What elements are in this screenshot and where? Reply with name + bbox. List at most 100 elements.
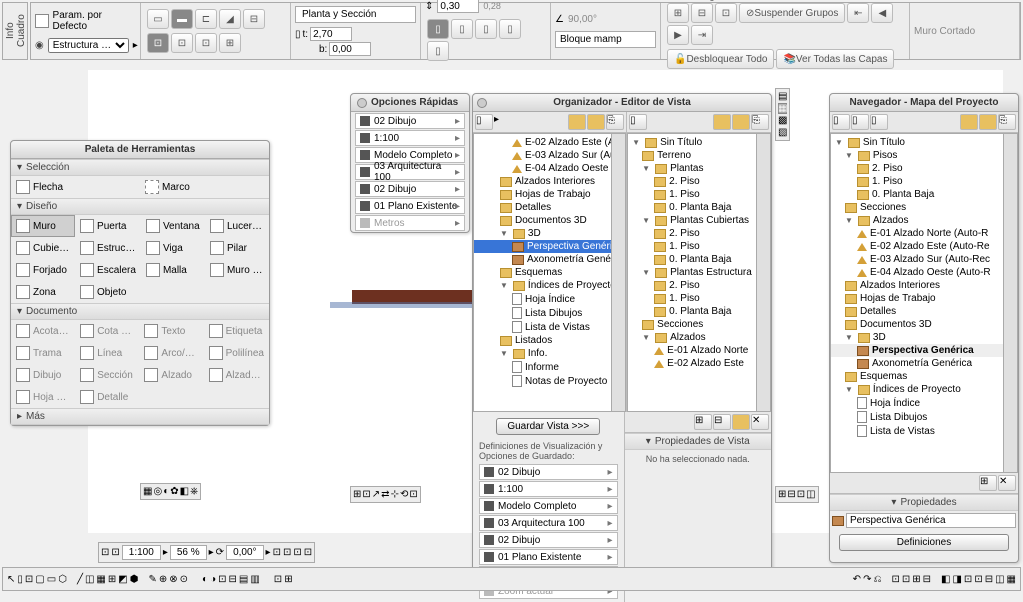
chevron-right-icon[interactable]: ▸ xyxy=(133,40,138,51)
tool-elev[interactable]: Alzado xyxy=(139,364,203,386)
angle-icon[interactable]: ∠ xyxy=(555,14,564,25)
t-field[interactable] xyxy=(310,27,352,41)
mt-30[interactable]: ⊞ xyxy=(912,574,920,585)
tool-poly[interactable]: Polilínea xyxy=(204,342,269,364)
grp-3[interactable]: ⊡ xyxy=(715,3,737,23)
vm-4[interactable]: ✿ xyxy=(170,486,178,497)
scrollbar[interactable] xyxy=(756,134,770,411)
etr-1[interactable]: ⊞ xyxy=(778,489,786,500)
param-default-label[interactable]: Param. por Defecto xyxy=(53,10,136,32)
mt-28[interactable]: ⊡ xyxy=(891,574,899,585)
geom-btn-4[interactable]: ◢ xyxy=(219,9,241,29)
b-row-1[interactable]: 02 Dibujo xyxy=(479,464,618,480)
vm-3[interactable]: ◐ xyxy=(163,486,169,497)
sb-4[interactable]: ▸ xyxy=(209,547,214,558)
mt-7[interactable]: ╱ xyxy=(77,574,83,585)
mt-17[interactable]: ◐ xyxy=(202,574,208,585)
tool-fill[interactable]: Trama xyxy=(11,342,75,364)
q-row-1[interactable]: 02 Dibujo xyxy=(355,113,465,129)
b-field[interactable] xyxy=(329,42,371,56)
close-dot-icon[interactable] xyxy=(477,98,487,108)
tool-drawing[interactable]: Dibujo xyxy=(11,364,75,386)
tool-column[interactable]: Pilar xyxy=(205,237,269,259)
sb-10[interactable]: ⊡ xyxy=(304,547,312,558)
tool-section[interactable]: Sección xyxy=(75,364,139,386)
wall-type-2[interactable]: ▯ xyxy=(451,19,473,39)
et-6[interactable]: ⟲ xyxy=(400,489,408,500)
tool-dim[interactable]: Acota… xyxy=(11,320,75,342)
mt-14[interactable]: ⊕ xyxy=(159,574,167,585)
et-7[interactable]: ⊡ xyxy=(409,489,417,500)
sb-1[interactable]: ⊡ xyxy=(101,547,109,558)
tool-sheet[interactable]: Hoja … xyxy=(11,386,75,408)
mt-16[interactable]: ⊙ xyxy=(180,574,188,585)
tool-door[interactable]: Puerta xyxy=(75,215,141,237)
scrollbar[interactable] xyxy=(1003,134,1017,472)
geom-btn-3[interactable]: ⊏ xyxy=(195,9,217,29)
wall-type-3[interactable]: ▯ xyxy=(475,19,497,39)
tool-text[interactable]: Texto xyxy=(139,320,203,342)
unlock-all-btn[interactable]: 🔓 Desbloquear Todo xyxy=(667,49,774,69)
org-folder-1[interactable] xyxy=(568,114,586,130)
sb-6[interactable]: ▸ xyxy=(266,547,271,558)
b-row-6[interactable]: 01 Plano Existente xyxy=(479,549,618,565)
tool-arrow[interactable]: Flecha xyxy=(11,176,140,198)
mt-13[interactable]: ✎ xyxy=(148,574,156,585)
mt-5[interactable]: ▭ xyxy=(47,574,56,585)
close-dot-icon[interactable] xyxy=(357,98,367,108)
org-folder-2[interactable] xyxy=(587,114,605,130)
mt-4[interactable]: ▢ xyxy=(35,574,44,585)
org-folder-r2[interactable] xyxy=(732,114,750,130)
nav-copy[interactable]: ⎘ xyxy=(998,114,1016,130)
et-5[interactable]: ⊹ xyxy=(391,489,399,500)
mt-25[interactable]: ↶ xyxy=(853,574,861,585)
stab-4[interactable]: ▧ xyxy=(778,127,787,138)
mt-38[interactable]: ▦ xyxy=(1007,574,1016,585)
sb-9[interactable]: ⊡ xyxy=(293,547,301,558)
nav-bottom-1[interactable]: ⊞ xyxy=(979,475,997,491)
tool-level[interactable]: Cota … xyxy=(75,320,139,342)
tool-roof[interactable]: Cubie… xyxy=(11,237,75,259)
etr-4[interactable]: ◫ xyxy=(806,489,815,500)
tool-line[interactable]: Línea xyxy=(75,342,139,364)
height-ref-icon[interactable]: ⇕ xyxy=(425,1,433,12)
prop-vista-head[interactable]: Propiedades de Vista xyxy=(655,436,750,447)
layers-icon[interactable]: ◉ xyxy=(35,40,44,51)
wall-type-1[interactable]: ▯ xyxy=(427,19,449,39)
org-copy[interactable]: ⎘ xyxy=(606,114,624,130)
mt-3[interactable]: ⊡ xyxy=(25,574,33,585)
mt-26[interactable]: ↷ xyxy=(863,574,871,585)
mt-34[interactable]: ⊡ xyxy=(964,574,972,585)
vm-6[interactable]: ⎈ xyxy=(190,486,198,497)
mt-24[interactable]: ⊞ xyxy=(284,574,292,585)
b-row-4[interactable]: 03 Arquitectura 100 xyxy=(479,515,618,531)
definitions-btn[interactable]: Definiciones xyxy=(839,534,1008,551)
tool-window[interactable]: Ventana xyxy=(141,215,205,237)
nav-tab-2[interactable]: ▯ xyxy=(851,114,869,130)
sb-3[interactable]: ▸ xyxy=(163,547,168,558)
grp-1[interactable]: ⊞ xyxy=(667,3,689,23)
mt-21[interactable]: ▤ xyxy=(239,574,248,585)
geom-btn-5[interactable]: ⊟ xyxy=(243,9,265,29)
planta-seccion-btn[interactable]: Planta y Sección xyxy=(295,6,416,23)
mt-11[interactable]: ◩ xyxy=(118,574,127,585)
tool-marquee[interactable]: Marco xyxy=(140,176,269,198)
geom-btn-1[interactable]: ▭ xyxy=(147,9,169,29)
structure-select[interactable]: Estructura … xyxy=(48,38,129,53)
organizer-left-tree[interactable]: E-02 Alzado Este (Au E-03 Alzado Sur (Au… xyxy=(473,133,626,412)
q-row-7[interactable]: Metros xyxy=(355,215,465,231)
mode-btn-2[interactable]: ⊡ xyxy=(171,33,193,53)
mt-23[interactable]: ⊡ xyxy=(274,574,282,585)
q-row-6[interactable]: 01 Plano Existente xyxy=(355,198,465,214)
wall-type-5[interactable]: ▯ xyxy=(427,41,449,61)
nav-prop-head[interactable]: Propiedades xyxy=(900,497,956,508)
mt-8[interactable]: ◫ xyxy=(85,574,94,585)
etr-3[interactable]: ⊡ xyxy=(797,489,805,500)
show-all-layers-btn[interactable]: 📚 Ver Todas las Capas xyxy=(776,49,894,69)
opt-2[interactable]: ⊟ xyxy=(713,414,731,430)
org-tab-1[interactable]: ▯ xyxy=(475,114,493,130)
tool-arc[interactable]: Arco/… xyxy=(139,342,203,364)
q-row-2[interactable]: 1:100 xyxy=(355,130,465,146)
perspective-selected[interactable]: Perspectiva Genéric xyxy=(474,240,625,253)
vm-1[interactable]: ▦ xyxy=(143,486,152,497)
